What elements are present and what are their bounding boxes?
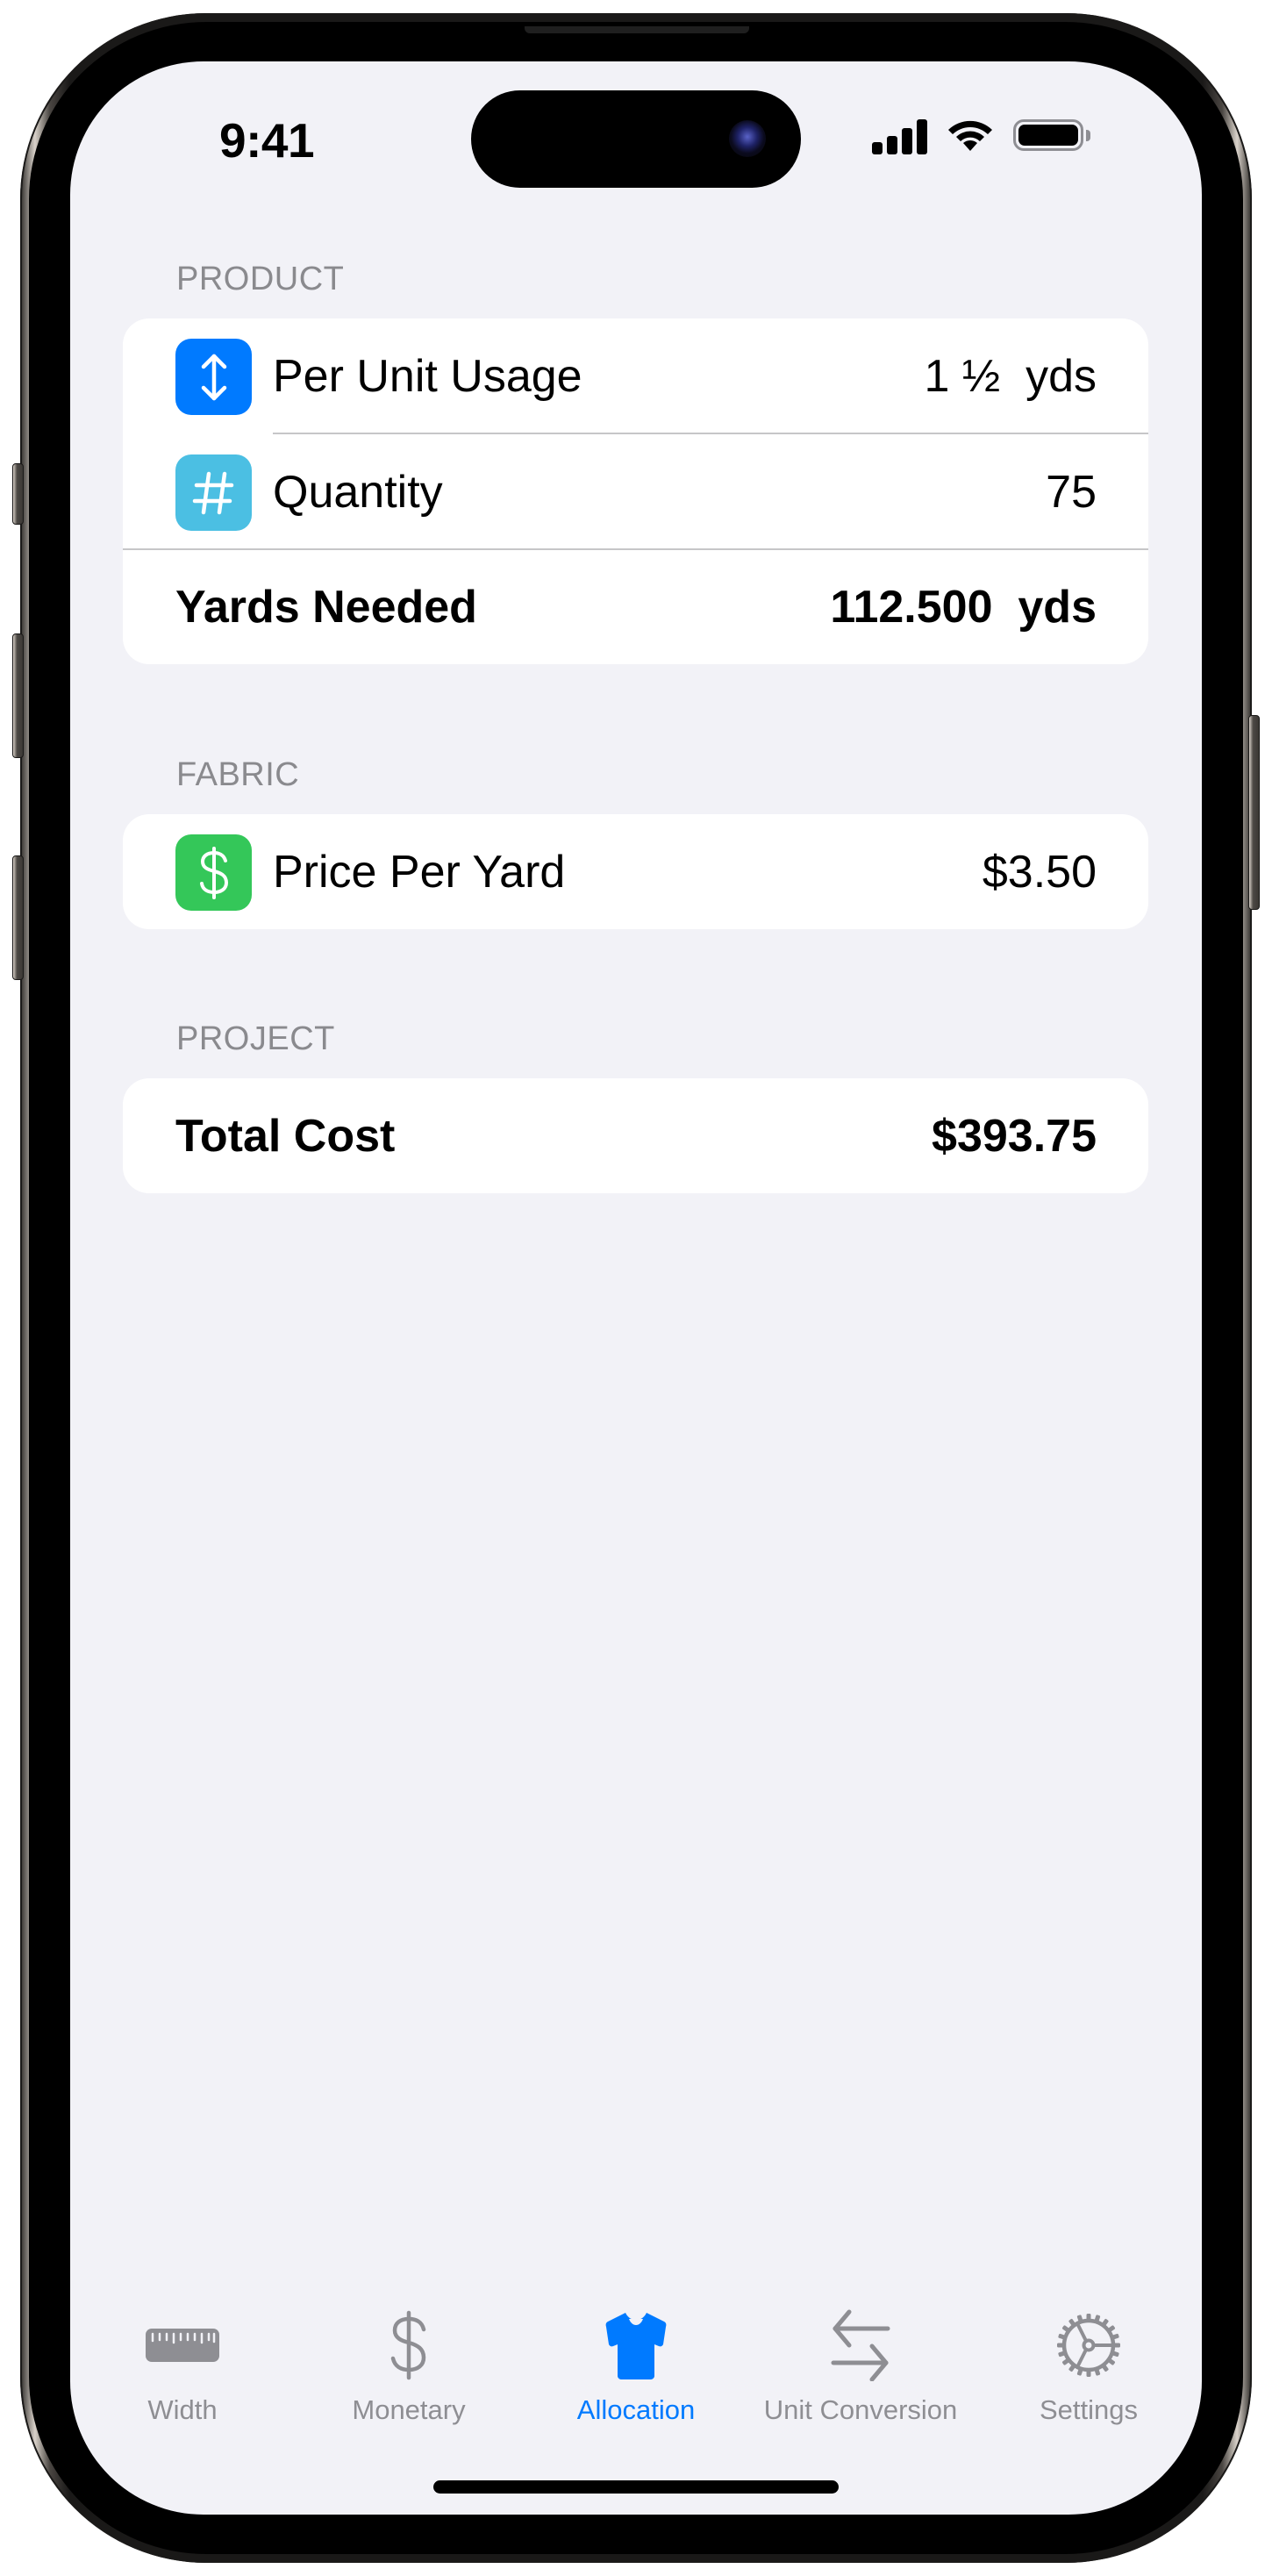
tab-settings-label: Settings [1039, 2394, 1138, 2425]
gear-tooth [1086, 2314, 1091, 2322]
tab-monetary-label: Monetary [352, 2394, 466, 2425]
status-indicators [872, 118, 1090, 156]
status-time: 9:41 [219, 113, 315, 168]
ruler-icon [145, 2303, 220, 2387]
screen: 9:41 PRODUCT Per Unit Usage 1 ½ yds Quan… [70, 61, 1202, 2515]
per-unit-usage-label: Per Unit Usage [273, 351, 582, 402]
tab-settings[interactable]: Settings [992, 2303, 1185, 2426]
section-header-fabric: FABRIC [176, 756, 300, 793]
per-unit-usage-row[interactable]: Per Unit Usage 1 ½ yds [123, 318, 1148, 434]
project-card: Total Cost $393.75 [123, 1078, 1148, 1193]
gear-tooth [1057, 2343, 1065, 2348]
tab-allocation-label: Allocation [576, 2394, 696, 2425]
tab-unit-conversion-label: Unit Conversion [763, 2394, 958, 2425]
tab-width-label: Width [147, 2394, 218, 2425]
front-camera [729, 120, 766, 157]
home-indicator[interactable] [433, 2480, 839, 2494]
quantity-value[interactable]: 75 [1046, 466, 1097, 519]
yards-needed-value: 112.500 yds [830, 582, 1097, 633]
wifi-icon [948, 120, 992, 151]
volume-down-button [12, 855, 24, 980]
volume-up-button [12, 633, 24, 758]
per-unit-usage-value[interactable]: 1 ½ yds [924, 350, 1097, 403]
tab-allocation[interactable]: Allocation [540, 2303, 732, 2426]
quantity-row[interactable]: Quantity 75 [123, 434, 1148, 550]
cellular-signal-icon [872, 119, 927, 154]
tab-monetary[interactable]: Monetary [312, 2303, 505, 2426]
total-cost-row: Total Cost $393.75 [123, 1078, 1148, 1193]
up-down-arrow-icon [175, 339, 252, 415]
fabric-card: Price Per Yard $3.50 [123, 814, 1148, 929]
power-button [1248, 715, 1260, 910]
price-per-yard-row[interactable]: Price Per Yard $3.50 [123, 814, 1148, 929]
tab-unit-conversion[interactable]: Unit Conversion [764, 2303, 957, 2426]
gear-icon [1054, 2303, 1124, 2387]
section-header-product: PRODUCT [176, 261, 345, 297]
yards-needed-label: Yards Needed [175, 582, 477, 633]
dollar-sign-icon [387, 2303, 431, 2387]
total-cost-label: Total Cost [175, 1110, 396, 1162]
battery-icon [1013, 119, 1090, 154]
gear-tooth [1112, 2343, 1120, 2348]
quantity-label: Quantity [273, 467, 443, 518]
dynamic-island [471, 90, 801, 188]
yards-needed-row: Yards Needed 112.500 yds [123, 550, 1148, 664]
total-cost-value: $393.75 [932, 1110, 1097, 1162]
gear-tooth [1086, 2369, 1091, 2377]
price-per-yard-label: Price Per Yard [273, 846, 566, 898]
earpiece-speaker [525, 26, 749, 33]
tshirt-icon [604, 2303, 668, 2387]
product-card: Per Unit Usage 1 ½ yds Quantity 75 Yards… [123, 318, 1148, 664]
tab-width[interactable]: Width [86, 2303, 279, 2426]
arrows-left-right-icon [830, 2303, 891, 2387]
price-per-yard-value[interactable]: $3.50 [983, 846, 1097, 898]
section-header-project: PROJECT [176, 1020, 335, 1057]
action-button [12, 463, 24, 525]
number-sign-icon [175, 454, 252, 531]
dollar-sign-icon [175, 834, 252, 911]
